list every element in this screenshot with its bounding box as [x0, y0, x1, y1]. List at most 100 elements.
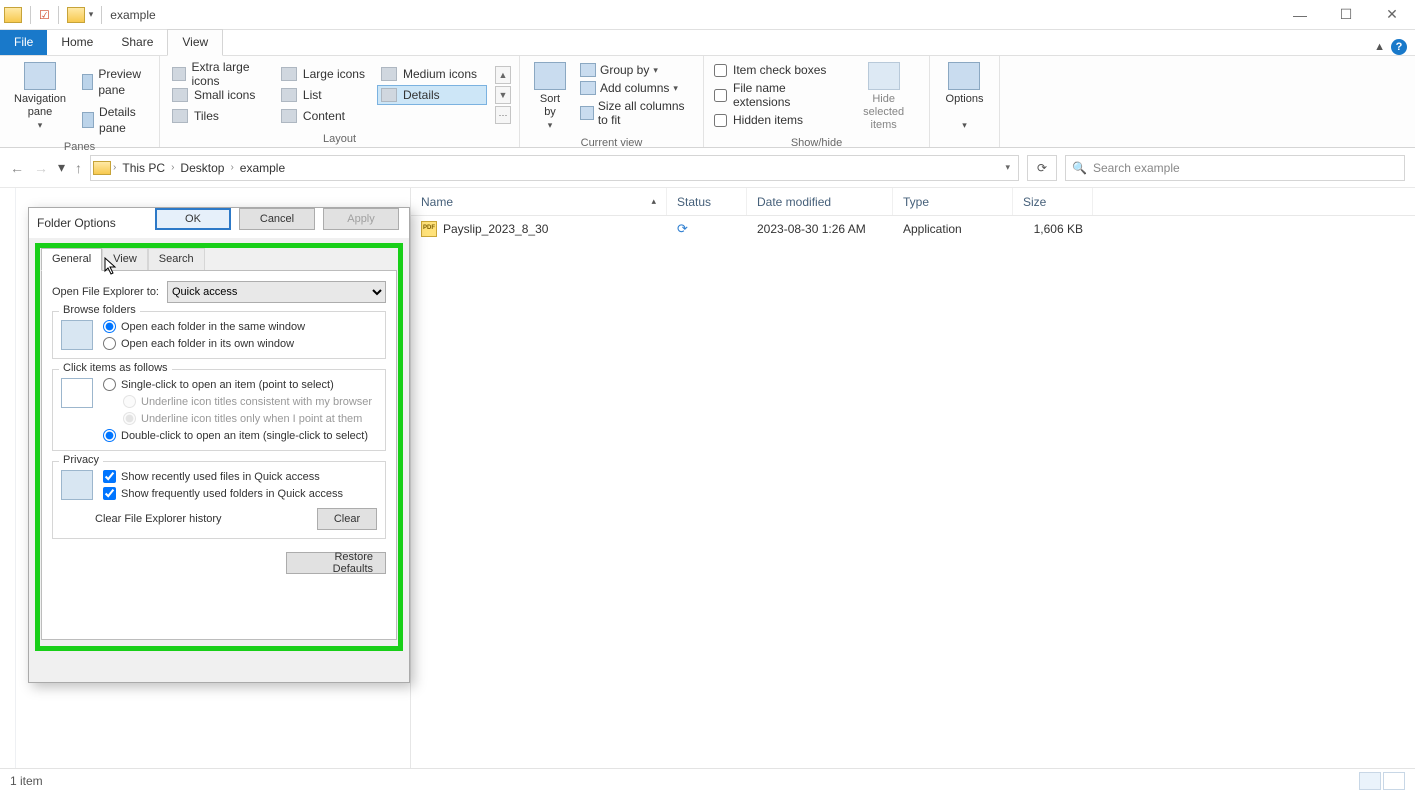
- group-label-showhide: Show/hide: [712, 134, 921, 149]
- address-dropdown-icon[interactable]: ▾: [999, 162, 1016, 173]
- item-check-boxes[interactable]: [714, 64, 727, 77]
- details-pane-button[interactable]: Details pane: [78, 102, 151, 138]
- ok-button[interactable]: OK: [155, 208, 231, 230]
- minimize-button[interactable]: —: [1277, 0, 1323, 30]
- hide-selected-button[interactable]: Hide selected items: [846, 60, 921, 134]
- check-recent-files[interactable]: [103, 470, 116, 483]
- hidden-items[interactable]: [714, 114, 727, 127]
- crumb-desktop[interactable]: Desktop: [176, 159, 228, 177]
- list-header: Name▴ Status Date modified Type Size: [411, 188, 1415, 216]
- file-size: 1,606 KB: [1013, 222, 1093, 236]
- status-bar: 1 item: [0, 768, 1415, 792]
- tab-share[interactable]: Share: [107, 30, 167, 55]
- group-click-items: Click items as follows Single-click to o…: [52, 369, 386, 451]
- nav-recent-icon[interactable]: ▾: [58, 159, 65, 176]
- group-by-button[interactable]: Group by ▾: [578, 62, 695, 78]
- col-name[interactable]: Name▴: [411, 188, 667, 215]
- restore-defaults-button[interactable]: Restore Defaults: [286, 552, 386, 574]
- radio-own-window[interactable]: [103, 337, 116, 350]
- qat-dropdown-icon[interactable]: ▾: [89, 9, 94, 20]
- clear-button[interactable]: Clear: [317, 508, 377, 530]
- crumb-folder[interactable]: example: [236, 159, 289, 177]
- layout-details[interactable]: Details: [377, 85, 487, 105]
- search-icon: 🔍: [1072, 161, 1087, 175]
- dialog-tab-panel: Open File Explorer to: Quick access Brow…: [41, 270, 397, 640]
- nav-back-icon[interactable]: ←: [10, 160, 24, 176]
- title-bar: ☑ ▾ example — ☐ ✕: [0, 0, 1415, 30]
- layout-content[interactable]: Content: [277, 106, 375, 126]
- layout-list[interactable]: List: [277, 85, 375, 105]
- view-details-toggle[interactable]: [1359, 772, 1381, 790]
- radio-same-window[interactable]: [103, 320, 116, 333]
- status-items: 1 item: [10, 774, 43, 788]
- layout-expand[interactable]: ⋯: [495, 106, 511, 124]
- layout-extra-large[interactable]: Extra large icons: [168, 64, 275, 84]
- address-bar[interactable]: › This PC › Desktop › example ▾: [90, 155, 1019, 181]
- privacy-icon: [61, 470, 93, 500]
- dialog-tab-view[interactable]: View: [102, 248, 148, 271]
- collapse-ribbon-icon[interactable]: ▲: [1374, 41, 1385, 53]
- layout-large[interactable]: Large icons: [277, 64, 375, 84]
- file-icon: [421, 221, 437, 237]
- col-type[interactable]: Type: [893, 188, 1013, 215]
- navigation-pane-icon: [24, 62, 56, 90]
- tab-file[interactable]: File: [0, 30, 47, 55]
- close-button[interactable]: ✕: [1369, 0, 1415, 30]
- folder-options-dialog: Folder Options ✕ General View Search Ope…: [28, 207, 410, 683]
- nav-forward-icon[interactable]: →: [34, 160, 48, 176]
- preview-pane-icon: [82, 74, 93, 90]
- file-name-extensions[interactable]: [714, 89, 727, 102]
- dialog-tab-general[interactable]: General: [41, 248, 102, 271]
- tab-home[interactable]: Home: [47, 30, 107, 55]
- add-columns-button[interactable]: Add columns ▾: [578, 80, 695, 96]
- tab-view[interactable]: View: [167, 29, 223, 56]
- window-title: example: [110, 8, 155, 22]
- clear-history-label: Clear File Explorer history: [95, 513, 222, 525]
- check-frequent-folders[interactable]: [103, 487, 116, 500]
- layout-small[interactable]: Small icons: [168, 85, 275, 105]
- search-box[interactable]: 🔍 Search example: [1065, 155, 1405, 181]
- ribbon-view: Navigation pane▾ Preview pane Details pa…: [0, 56, 1415, 148]
- navigation-pane-button[interactable]: Navigation pane▾: [8, 60, 72, 134]
- layout-scroll-up[interactable]: ▲: [495, 66, 511, 84]
- dialog-title: Folder Options: [37, 216, 116, 230]
- nav-up-icon[interactable]: ↑: [75, 160, 82, 176]
- dialog-tab-search[interactable]: Search: [148, 248, 205, 271]
- view-icons-toggle[interactable]: [1383, 772, 1405, 790]
- layout-medium[interactable]: Medium icons: [377, 64, 487, 84]
- details-pane-icon: [82, 112, 94, 128]
- nav-row: ← → ▾ ↑ › This PC › Desktop › example ▾ …: [0, 148, 1415, 188]
- menu-bar: File Home Share View ▲ ?: [0, 30, 1415, 56]
- file-date: 2023-08-30 1:26 AM: [747, 222, 893, 236]
- radio-double-click[interactable]: [103, 429, 116, 442]
- layout-tiles[interactable]: Tiles: [168, 106, 275, 126]
- col-date[interactable]: Date modified: [747, 188, 893, 215]
- cancel-button[interactable]: Cancel: [239, 208, 315, 230]
- radio-single-click[interactable]: [103, 378, 116, 391]
- apply-button[interactable]: Apply: [323, 208, 399, 230]
- layout-scroll-down[interactable]: ▼: [495, 86, 511, 104]
- group-browse-folders: Browse folders Open each folder in the s…: [52, 311, 386, 359]
- crumb-thispc[interactable]: This PC: [118, 159, 169, 177]
- qat-checkbox-icon[interactable]: ☑: [39, 8, 50, 22]
- address-folder-icon: [93, 161, 111, 175]
- list-item[interactable]: Payslip_2023_8_30 ⟳ 2023-08-30 1:26 AM A…: [411, 216, 1415, 242]
- col-status[interactable]: Status: [667, 188, 747, 215]
- sort-by-button[interactable]: Sort by▾: [528, 60, 572, 134]
- col-size[interactable]: Size: [1013, 188, 1093, 215]
- size-columns-button[interactable]: Size all columns to fit: [578, 98, 695, 128]
- side-strip: [0, 188, 16, 768]
- qat-folder-icon[interactable]: [67, 7, 85, 23]
- preview-pane-button[interactable]: Preview pane: [78, 64, 151, 100]
- group-label-panes: Panes: [8, 138, 151, 153]
- sync-icon: ⟳: [677, 221, 688, 236]
- maximize-button[interactable]: ☐: [1323, 0, 1369, 30]
- options-icon: [948, 62, 980, 90]
- help-icon[interactable]: ?: [1391, 39, 1407, 55]
- open-explorer-select[interactable]: Quick access: [167, 281, 386, 303]
- file-type: Application: [893, 222, 1013, 236]
- options-button[interactable]: Options▾: [940, 60, 990, 134]
- browse-folders-icon: [61, 320, 93, 350]
- group-label-layout: Layout: [168, 130, 511, 145]
- refresh-button[interactable]: ⟳: [1027, 155, 1057, 181]
